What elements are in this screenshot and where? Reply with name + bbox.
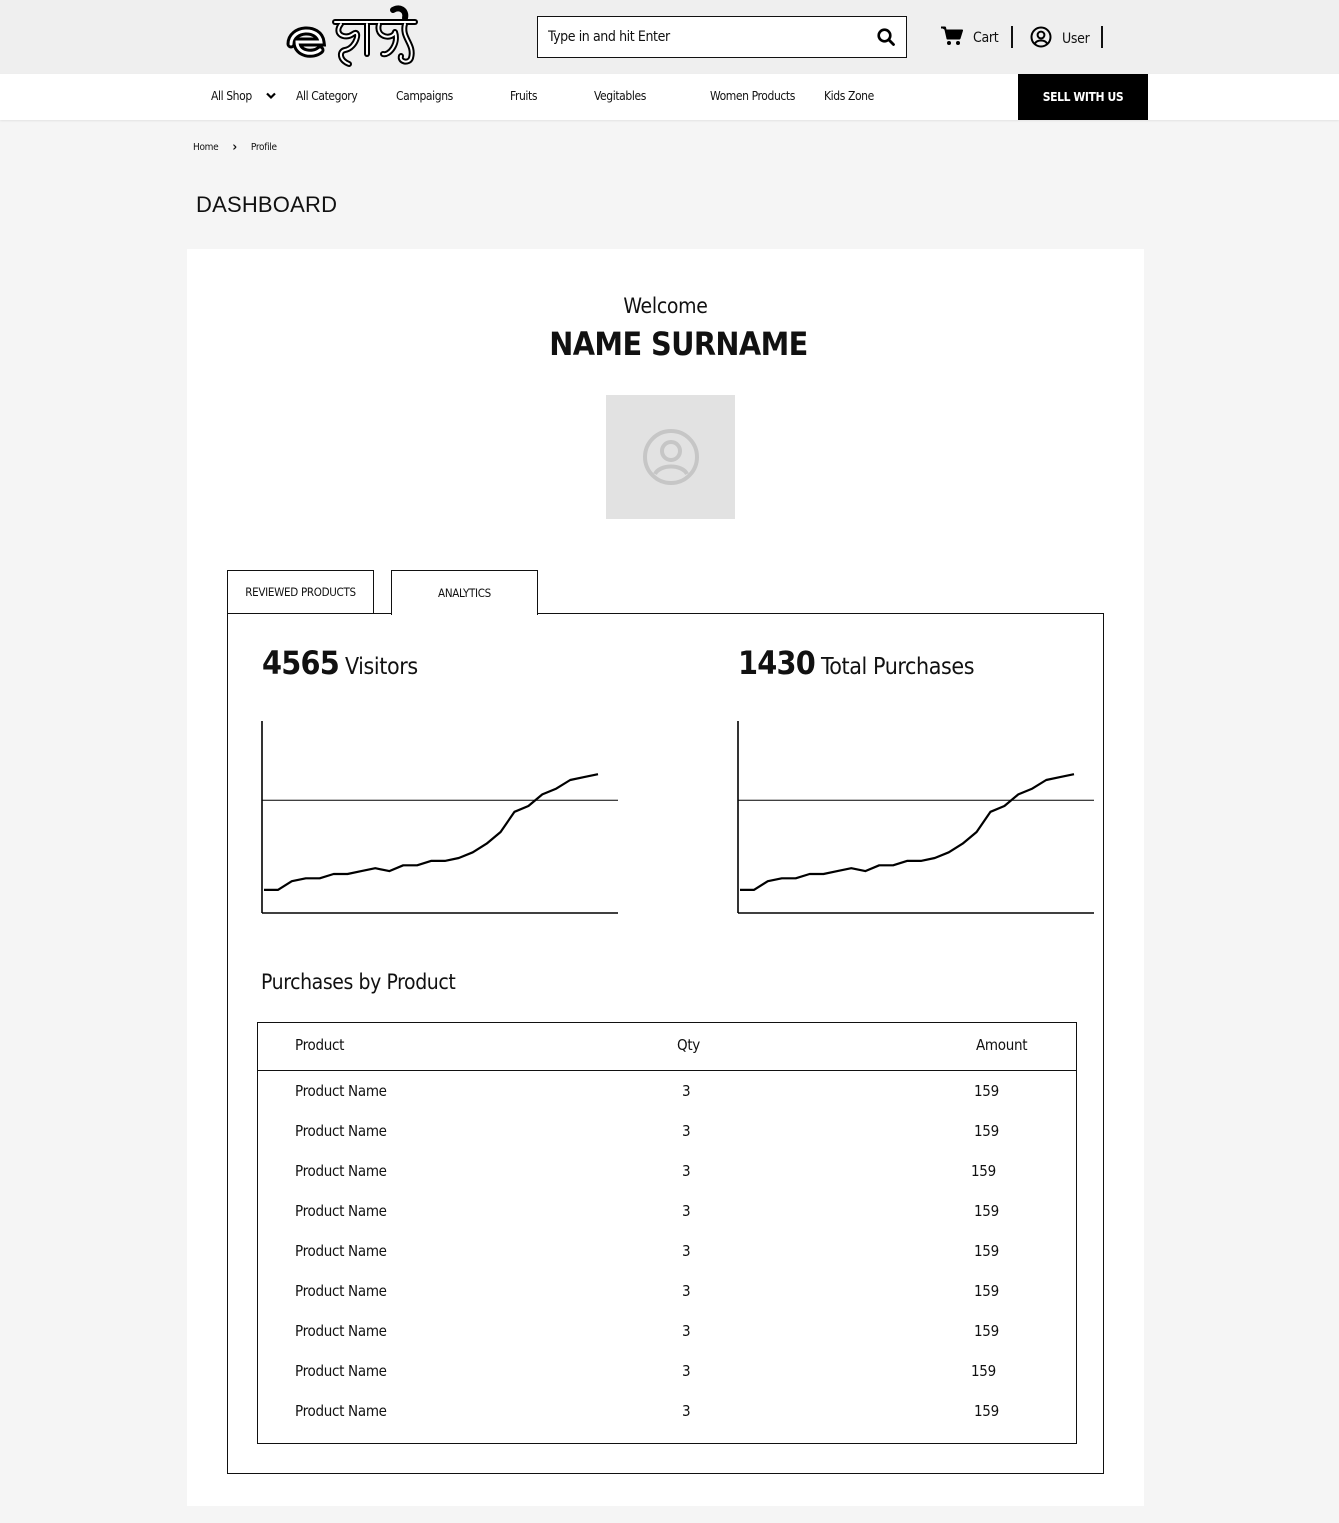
nav-all-category[interactable]: All Category — [296, 89, 358, 103]
table-row: Product Name 3 159 — [258, 1242, 1076, 1282]
qty-cell: 3 — [682, 1242, 691, 1260]
top-header: Cart User — [0, 0, 1339, 74]
purchases-chart — [737, 721, 1094, 914]
visitors-stat: 4565 Visitors — [262, 644, 418, 682]
visitors-label: Visitors — [344, 654, 418, 680]
nav-kids-zone[interactable]: Kids Zone — [824, 89, 874, 103]
avatar-placeholder-icon — [642, 429, 699, 485]
welcome-text: Welcome — [623, 294, 708, 318]
breadcrumb-home[interactable]: Home — [193, 142, 219, 153]
header-divider — [1011, 26, 1013, 48]
table-row: Product Name 3 159 — [258, 1162, 1076, 1202]
chevron-down-icon — [266, 89, 276, 103]
nav-fruits[interactable]: Fruits — [510, 89, 537, 103]
search-icon[interactable] — [866, 17, 906, 57]
qty-cell: 3 — [682, 1162, 691, 1180]
product-cell: Product Name — [295, 1202, 387, 1220]
product-cell: Product Name — [295, 1362, 387, 1380]
user-label: User — [1062, 30, 1090, 47]
site-logo[interactable] — [283, 4, 423, 72]
product-cell: Product Name — [295, 1122, 387, 1140]
qty-cell: 3 — [682, 1402, 691, 1420]
amount-cell: 159 — [971, 1162, 996, 1180]
visitors-count: 4565 — [262, 644, 340, 682]
purchases-label: Total Purchases — [820, 654, 975, 680]
cart-icon — [941, 26, 963, 49]
qty-cell: 3 — [682, 1202, 691, 1220]
header-divider — [1101, 26, 1103, 48]
breadcrumb-separator: › — [232, 140, 237, 155]
amount-cell: 159 — [974, 1082, 999, 1100]
qty-cell: 3 — [682, 1322, 691, 1340]
amount-cell: 159 — [974, 1242, 999, 1260]
table-row: Product Name 3 159 — [258, 1202, 1076, 1242]
tab-analytics[interactable]: ANALYTICS — [391, 570, 538, 615]
table-row: Product Name 3 159 — [258, 1402, 1076, 1442]
user-link[interactable]: User — [1030, 26, 1090, 51]
nav-vegitables[interactable]: Vegitables — [594, 89, 646, 103]
nav-all-shop[interactable]: All Shop — [211, 89, 276, 103]
purchases-table: Product Qty Amount Product Name 3 159 Pr… — [257, 1022, 1077, 1444]
product-cell: Product Name — [295, 1402, 387, 1420]
table-row: Product Name 3 159 — [258, 1282, 1076, 1322]
dashboard-card: Welcome NAME SURNAME REVIEWED PRODUCTS A… — [187, 249, 1144, 1506]
breadcrumb-current: Profile — [250, 142, 277, 153]
table-row: Product Name 3 159 — [258, 1362, 1076, 1402]
search-box — [537, 16, 907, 58]
series-line — [264, 773, 599, 891]
column-header-qty: Qty — [677, 1036, 700, 1054]
search-input[interactable] — [538, 17, 866, 57]
page-title: DASHBOARD — [196, 192, 338, 217]
qty-cell: 3 — [682, 1362, 691, 1380]
amount-cell: 159 — [974, 1122, 999, 1140]
amount-cell: 159 — [971, 1362, 996, 1380]
column-header-product: Product — [295, 1036, 345, 1054]
main-nav: All Shop All Category Campaigns Fruits V… — [0, 74, 1339, 120]
breadcrumb: Home › Profile — [193, 140, 277, 155]
amount-cell: 159 — [974, 1202, 999, 1220]
logo-mark — [286, 5, 418, 67]
column-header-amount: Amount — [976, 1036, 1028, 1054]
tab-reviewed-products[interactable]: REVIEWED PRODUCTS — [227, 570, 374, 614]
avatar — [606, 395, 735, 519]
product-cell: Product Name — [295, 1322, 387, 1340]
cart-label: Cart — [973, 29, 999, 46]
analytics-panel: 4565 Visitors 1430 Total Purchases Purch… — [227, 613, 1104, 1474]
amount-cell: 159 — [974, 1322, 999, 1340]
qty-cell: 3 — [682, 1122, 691, 1140]
sell-with-us-button[interactable]: SELL WITH US — [1018, 74, 1148, 120]
qty-cell: 3 — [682, 1082, 691, 1100]
product-cell: Product Name — [295, 1162, 387, 1180]
purchases-stat: 1430 Total Purchases — [738, 644, 974, 682]
purchases-by-product-title: Purchases by Product — [261, 970, 456, 994]
cart-link[interactable]: Cart — [941, 26, 999, 49]
user-name: NAME SURNAME — [549, 325, 808, 363]
amount-cell: 159 — [974, 1402, 999, 1420]
nav-campaigns[interactable]: Campaigns — [396, 89, 453, 103]
product-cell: Product Name — [295, 1242, 387, 1260]
table-row: Product Name 3 159 — [258, 1082, 1076, 1122]
visitors-chart — [261, 721, 618, 914]
amount-cell: 159 — [974, 1282, 999, 1300]
user-circle-icon — [1030, 26, 1052, 51]
table-row: Product Name 3 159 — [258, 1322, 1076, 1362]
nav-women-products[interactable]: Women Products — [710, 89, 795, 103]
table-row: Product Name 3 159 — [258, 1122, 1076, 1162]
series-line — [740, 773, 1075, 891]
product-cell: Product Name — [295, 1282, 387, 1300]
purchases-count: 1430 — [738, 644, 816, 682]
qty-cell: 3 — [682, 1282, 691, 1300]
nav-all-shop-label: All Shop — [211, 89, 252, 103]
product-cell: Product Name — [295, 1082, 387, 1100]
table-header: Product Qty Amount — [258, 1023, 1076, 1071]
